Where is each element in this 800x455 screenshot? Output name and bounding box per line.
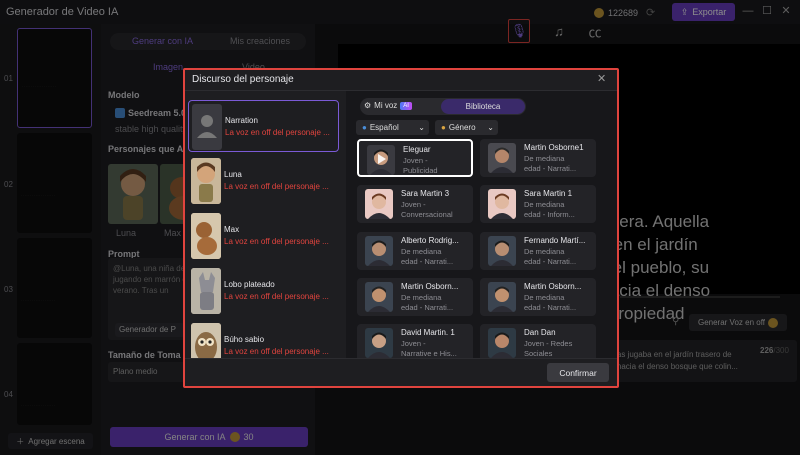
voice-desc-line: De mediana: [524, 154, 565, 163]
voice-description: De mediana edad - Narrati...: [401, 293, 471, 313]
voice-name: Sara Martin 3: [401, 189, 450, 198]
voice-description: Joven - Publicidad: [403, 156, 473, 176]
voice-desc-line: edad - Narrati...: [524, 164, 577, 173]
voice-card[interactable]: Martin Osborn... De mediana edad - Narrati…: [357, 278, 473, 316]
voice-desc-line: edad - Narrati...: [524, 303, 577, 312]
voice-name: Martin Osborn...: [401, 282, 459, 291]
voice-desc-line: Joven -: [401, 200, 426, 209]
voice-name: Sara Martin 1: [524, 189, 573, 198]
voice-desc-line: edad - Narrati...: [401, 257, 454, 266]
voice-name: Eleguar: [403, 145, 431, 154]
voice-desc-line: edad - Inform...: [524, 210, 575, 219]
voice-desc-line: Publicidad: [403, 166, 438, 175]
voice-card[interactable]: Dan Dan Joven - Redes Sociales: [480, 324, 596, 358]
voice-description: De mediana edad - Inform...: [524, 200, 594, 220]
voice-name: Martin Osborn...: [524, 282, 582, 291]
confirm-button[interactable]: Confirmar: [547, 363, 609, 382]
voice-description: Joven - Conversacional: [401, 200, 471, 220]
voice-card[interactable]: Alberto Rodrig... De mediana edad - Narrat…: [357, 232, 473, 270]
avatar: [488, 189, 516, 219]
avatar: [367, 145, 395, 175]
voice-desc-line: edad - Narrati...: [524, 257, 577, 266]
voice-grid: Eleguar Joven - Publicidad Martin Osborne1 D…: [0, 0, 800, 358]
voice-description: De mediana edad - Narrati...: [524, 154, 594, 174]
avatar: [365, 282, 393, 312]
voice-name: David Martin. 1: [401, 328, 455, 337]
voice-desc-line: Joven - Redes: [524, 339, 573, 348]
voice-name: Alberto Rodrig...: [401, 236, 459, 245]
voice-card[interactable]: Sara Martin 3 Joven - Conversacional: [357, 185, 473, 223]
voice-description: Joven - Redes Sociales: [524, 339, 594, 358]
avatar: [365, 328, 393, 358]
voice-name: Fernando Martí...: [524, 236, 586, 245]
voice-desc-line: De mediana: [524, 200, 565, 209]
avatar: [488, 328, 516, 358]
voice-name: Martin Osborne1: [524, 143, 584, 152]
voice-desc-line: Narrative e His...: [401, 349, 457, 358]
voice-desc-line: De mediana: [524, 293, 565, 302]
voice-desc-line: De mediana: [401, 247, 442, 256]
voice-card[interactable]: Sara Martin 1 De mediana edad - Inform...: [480, 185, 596, 223]
voice-description: De mediana edad - Narrati...: [401, 247, 471, 267]
voice-desc-line: De mediana: [524, 247, 565, 256]
voice-description: De mediana edad - Narrati...: [524, 247, 594, 267]
voice-name: Dan Dan: [524, 328, 556, 337]
voice-desc-line: Joven -: [403, 156, 428, 165]
voice-description: Joven - Narrative e His...: [401, 339, 471, 358]
avatar: [365, 236, 393, 266]
voice-card[interactable]: Martin Osborne1 De mediana edad - Narrati.…: [480, 139, 596, 177]
voice-card[interactable]: Fernando Martí... De mediana edad - Narrat…: [480, 232, 596, 270]
avatar: [365, 189, 393, 219]
avatar: [488, 143, 516, 173]
voice-desc-line: Conversacional: [401, 210, 453, 219]
avatar: [488, 282, 516, 312]
voice-card[interactable]: Martin Osborn... De mediana edad - Narrati…: [480, 278, 596, 316]
voice-desc-line: Sociales: [524, 349, 553, 358]
avatar: [488, 236, 516, 266]
voice-desc-line: edad - Narrati...: [401, 303, 454, 312]
voice-card[interactable]: David Martin. 1 Joven - Narrative e His...: [357, 324, 473, 358]
voice-description: De mediana edad - Narrati...: [524, 293, 594, 313]
voice-card[interactable]: Eleguar Joven - Publicidad: [357, 139, 473, 177]
voice-desc-line: Joven -: [401, 339, 426, 348]
voice-desc-line: De mediana: [401, 293, 442, 302]
